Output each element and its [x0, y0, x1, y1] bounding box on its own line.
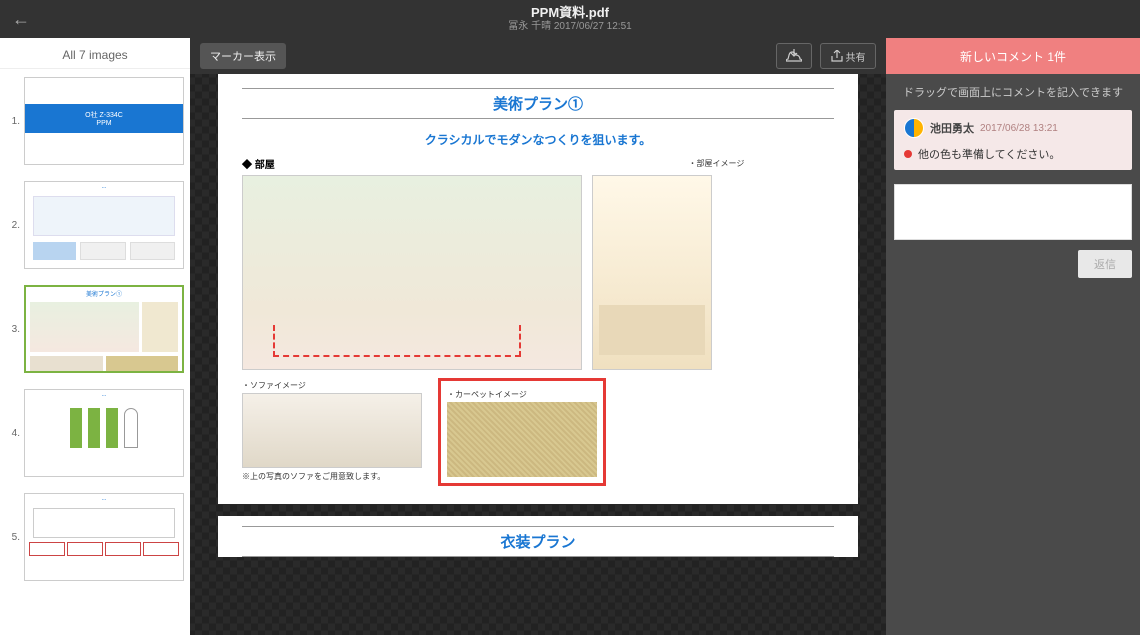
- thumb-row[interactable]: 5. ...: [0, 485, 190, 589]
- thumbnail-3-selected[interactable]: 美術プラン①: [24, 285, 184, 373]
- page-title: 美術プラン①: [493, 96, 583, 113]
- sofa-image: [242, 393, 422, 468]
- page-subtitle: クラシカルでモダンなつくりを狙います。: [242, 131, 834, 148]
- top-bar: ← PPM資料.pdf 冨永 千晴 2017/06/27 12:51: [0, 0, 1140, 38]
- reply-button[interactable]: 返信: [1078, 250, 1132, 278]
- comments-panel: 新しいコメント 1件 ドラッグで画面上にコメントを記入できます 池田勇太 201…: [886, 38, 1140, 635]
- share-label: 共有: [846, 49, 866, 64]
- thumb-number: 4.: [6, 428, 24, 439]
- sofa-caption: ・ソファイメージ: [242, 380, 422, 391]
- doc-author: 冨永 千晴: [508, 21, 551, 32]
- share-button[interactable]: 共有: [820, 43, 876, 69]
- viewer-toolbar: マーカー表示 共有: [190, 38, 886, 74]
- next-page-title: 衣装プラン: [500, 534, 575, 551]
- thumb-number: 1.: [6, 116, 24, 127]
- reply-input[interactable]: [894, 184, 1132, 240]
- back-arrow-icon[interactable]: ←: [12, 9, 30, 30]
- comment-card[interactable]: 池田勇太 2017/06/28 13:21 他の色も準備してください。: [894, 110, 1132, 170]
- carpet-caption: ・カーペットイメージ: [447, 389, 597, 400]
- document-page-3: 美術プラン① クラシカルでモダンなつくりを狙います。 ◆ 部屋 ・部屋イメージ: [218, 74, 858, 504]
- comment-body-text: 他の色も準備してください。: [918, 146, 1060, 162]
- thumb-number: 2.: [6, 220, 24, 231]
- comment-time: 2017/06/28 13:21: [980, 123, 1058, 134]
- marker-toggle-button[interactable]: マーカー表示: [200, 43, 286, 69]
- thumbnail-1[interactable]: O社 Z-334C PPM: [24, 77, 184, 165]
- status-dot-icon: [904, 150, 912, 158]
- thumb-row[interactable]: 1. O社 Z-334C PPM: [0, 69, 190, 173]
- thumbnail-sidebar: All 7 images 1. O社 Z-334C PPM 2. ...: [0, 38, 190, 635]
- doc-timestamp: 2017/06/27 12:51: [554, 21, 632, 32]
- thumbnail-2[interactable]: ...: [24, 181, 184, 269]
- page-scroll-area[interactable]: 美術プラン① クラシカルでモダンなつくりを狙います。 ◆ 部屋 ・部屋イメージ: [190, 74, 886, 635]
- doc-title: PPM資料.pdf: [508, 5, 631, 21]
- room-sketch-image: [242, 175, 582, 370]
- thumb1-band: O社 Z-334C PPM: [25, 104, 183, 133]
- carpet-image: [447, 402, 597, 477]
- thumbnail-4[interactable]: ...: [24, 389, 184, 477]
- title-block: PPM資料.pdf 冨永 千晴 2017/06/27 12:51: [508, 5, 631, 33]
- sofa-note: ※上の写真のソファをご用意致します。: [242, 471, 422, 482]
- thumb-number: 5.: [6, 532, 24, 543]
- thumb-row[interactable]: 3. 美術プラン①: [0, 277, 190, 381]
- new-comment-banner[interactable]: 新しいコメント 1件: [886, 38, 1140, 74]
- avatar: [904, 118, 924, 138]
- thumb-row[interactable]: 4. ...: [0, 381, 190, 485]
- download-icon[interactable]: [776, 43, 812, 69]
- document-page-4-peek: 衣装プラン: [218, 516, 858, 557]
- doc-meta: 冨永 千晴 2017/06/27 12:51: [508, 21, 631, 33]
- room-image-caption: ・部屋イメージ: [689, 158, 835, 169]
- thumb-row[interactable]: 2. ...: [0, 173, 190, 277]
- room-section-label: ◆ 部屋: [242, 156, 679, 171]
- center-viewer: マーカー表示 共有 美術プラン① クラシカルでモダンなつくりを狙います。 ◆ 部…: [190, 38, 886, 635]
- drag-hint-text: ドラッグで画面上にコメントを記入できます: [886, 74, 1140, 110]
- thumb-number: 3.: [6, 324, 24, 335]
- room-photo-image: [592, 175, 712, 370]
- comment-author: 池田勇太: [930, 120, 974, 136]
- carpet-highlight-box: ・カーペットイメージ: [438, 378, 606, 486]
- thumbnail-5[interactable]: ...: [24, 493, 184, 581]
- sidebar-title: All 7 images: [0, 38, 190, 69]
